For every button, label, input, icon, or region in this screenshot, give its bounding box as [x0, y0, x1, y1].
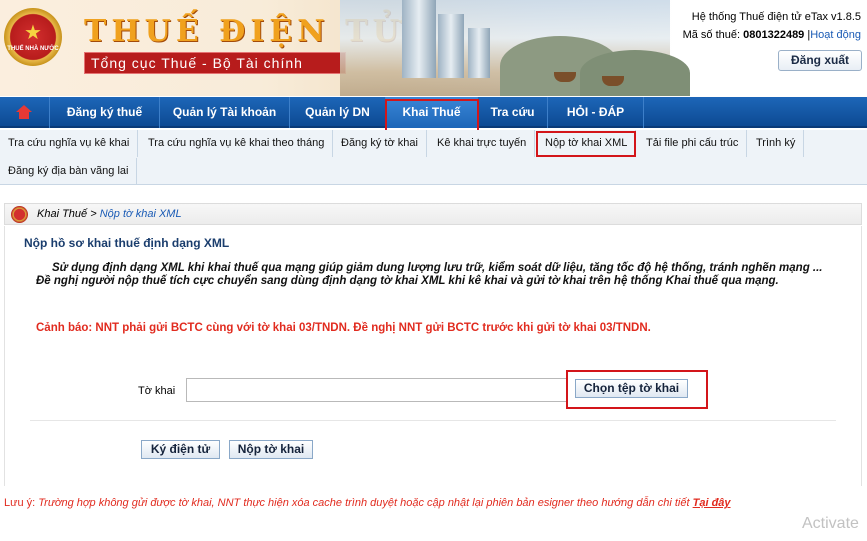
logout-button[interactable]: Đăng xuất — [778, 50, 862, 71]
nav-item-quan-ly-dn[interactable]: Quản lý DN — [290, 97, 386, 128]
sub-item-ke-khai-truc-tuyen[interactable]: Kê khai trực tuyến — [429, 130, 536, 157]
home-icon — [16, 105, 32, 119]
emblem-icon: ★ THUẾ NHÀ NƯỚC — [4, 8, 62, 66]
breadcrumb-emblem-icon — [11, 206, 28, 223]
nav-home[interactable] — [0, 97, 50, 128]
note-prefix: Lưu ý: — [4, 497, 36, 509]
sign-button[interactable]: Ký điện tử — [141, 440, 220, 459]
sub-item-tai-file-phi-cau-truc[interactable]: Tải file phi cấu trúc — [638, 130, 748, 157]
nav-item-hoi-dap[interactable]: HỎI - ĐÁP — [548, 97, 644, 128]
breadcrumb-current: Nộp tờ khai XML — [99, 208, 182, 220]
warning-text: Cảnh báo: NNT phải gửi BCTC cùng với tờ … — [36, 322, 651, 334]
sub-item-tra-cuu-nghia-vu[interactable]: Tra cứu nghĩa vụ kê khai — [0, 130, 139, 157]
system-version: Hệ thống Thuế điện tử eTax v1.8.5 — [691, 11, 861, 23]
file-field-label: Tờ khai — [138, 385, 176, 397]
sub-item-dang-ky-dia-ban[interactable]: Đăng ký địa bàn vãng lai — [0, 158, 138, 185]
account-info: Hệ thống Thuế điện tử eTax v1.8.5 Mã số … — [683, 11, 861, 45]
choose-file-button[interactable]: Chọn tệp tờ khai — [575, 379, 688, 398]
divider — [30, 420, 836, 421]
brand-subtitle: Tổng cục Thuế - Bộ Tài chính — [84, 52, 346, 74]
file-path-input[interactable] — [186, 378, 568, 402]
intro-text: Sử dụng định dạng XML khi khai thuế qua … — [36, 262, 823, 287]
sub-item-dang-ky-to-khai[interactable]: Đăng ký tờ khai — [333, 130, 427, 157]
emblem-text: THUẾ NHÀ NƯỚC — [7, 46, 59, 52]
note-body: Trường hợp không gửi được tờ khai, NNT t… — [38, 497, 690, 509]
header-banner: ★ THUẾ NHÀ NƯỚC THUẾ ĐIỆN TỬ Tổng cục Th… — [0, 0, 867, 96]
sub-item-trinh-ky[interactable]: Trình ký — [748, 130, 805, 157]
tax-id-label: Mã số thuế: — [682, 29, 741, 41]
page-title: Nộp hồ sơ khai thuế định dạng XML — [24, 236, 230, 250]
note-text: Lưu ý: Trường hợp không gửi được tờ khai… — [4, 497, 731, 509]
sub-item-tra-cuu-theo-thang[interactable]: Tra cứu nghĩa vụ kê khai theo tháng — [140, 130, 334, 157]
sub-item-nop-to-khai-xml[interactable]: Nộp tờ khai XML — [537, 130, 637, 157]
activity-link[interactable]: Hoạt động — [810, 29, 861, 41]
note-link[interactable]: Tại đây — [693, 497, 731, 509]
sub-nav: Tra cứu nghĩa vụ kê khai Tra cứu nghĩa v… — [0, 130, 867, 185]
nav-item-quan-ly-tai-khoan[interactable]: Quản lý Tài khoản — [160, 97, 290, 128]
breadcrumb-separator: > — [90, 208, 97, 220]
activate-watermark: Activate — [802, 515, 859, 532]
star-icon: ★ — [24, 22, 42, 44]
breadcrumb: Khai Thuế > Nộp tờ khai XML — [4, 203, 862, 225]
nav-item-tra-cuu[interactable]: Tra cứu — [478, 97, 548, 128]
city-skyline-image — [340, 0, 690, 96]
main-nav: Đăng ký thuế Quản lý Tài khoản Quản lý D… — [0, 97, 867, 128]
breadcrumb-parent[interactable]: Khai Thuế — [37, 208, 87, 220]
submit-button[interactable]: Nộp tờ khai — [229, 440, 313, 459]
tax-id-value: 0801322489 — [743, 29, 805, 41]
nav-item-khai-thue[interactable]: Khai Thuế — [386, 97, 478, 128]
nav-item-dang-ky-thue[interactable]: Đăng ký thuế — [50, 97, 160, 128]
